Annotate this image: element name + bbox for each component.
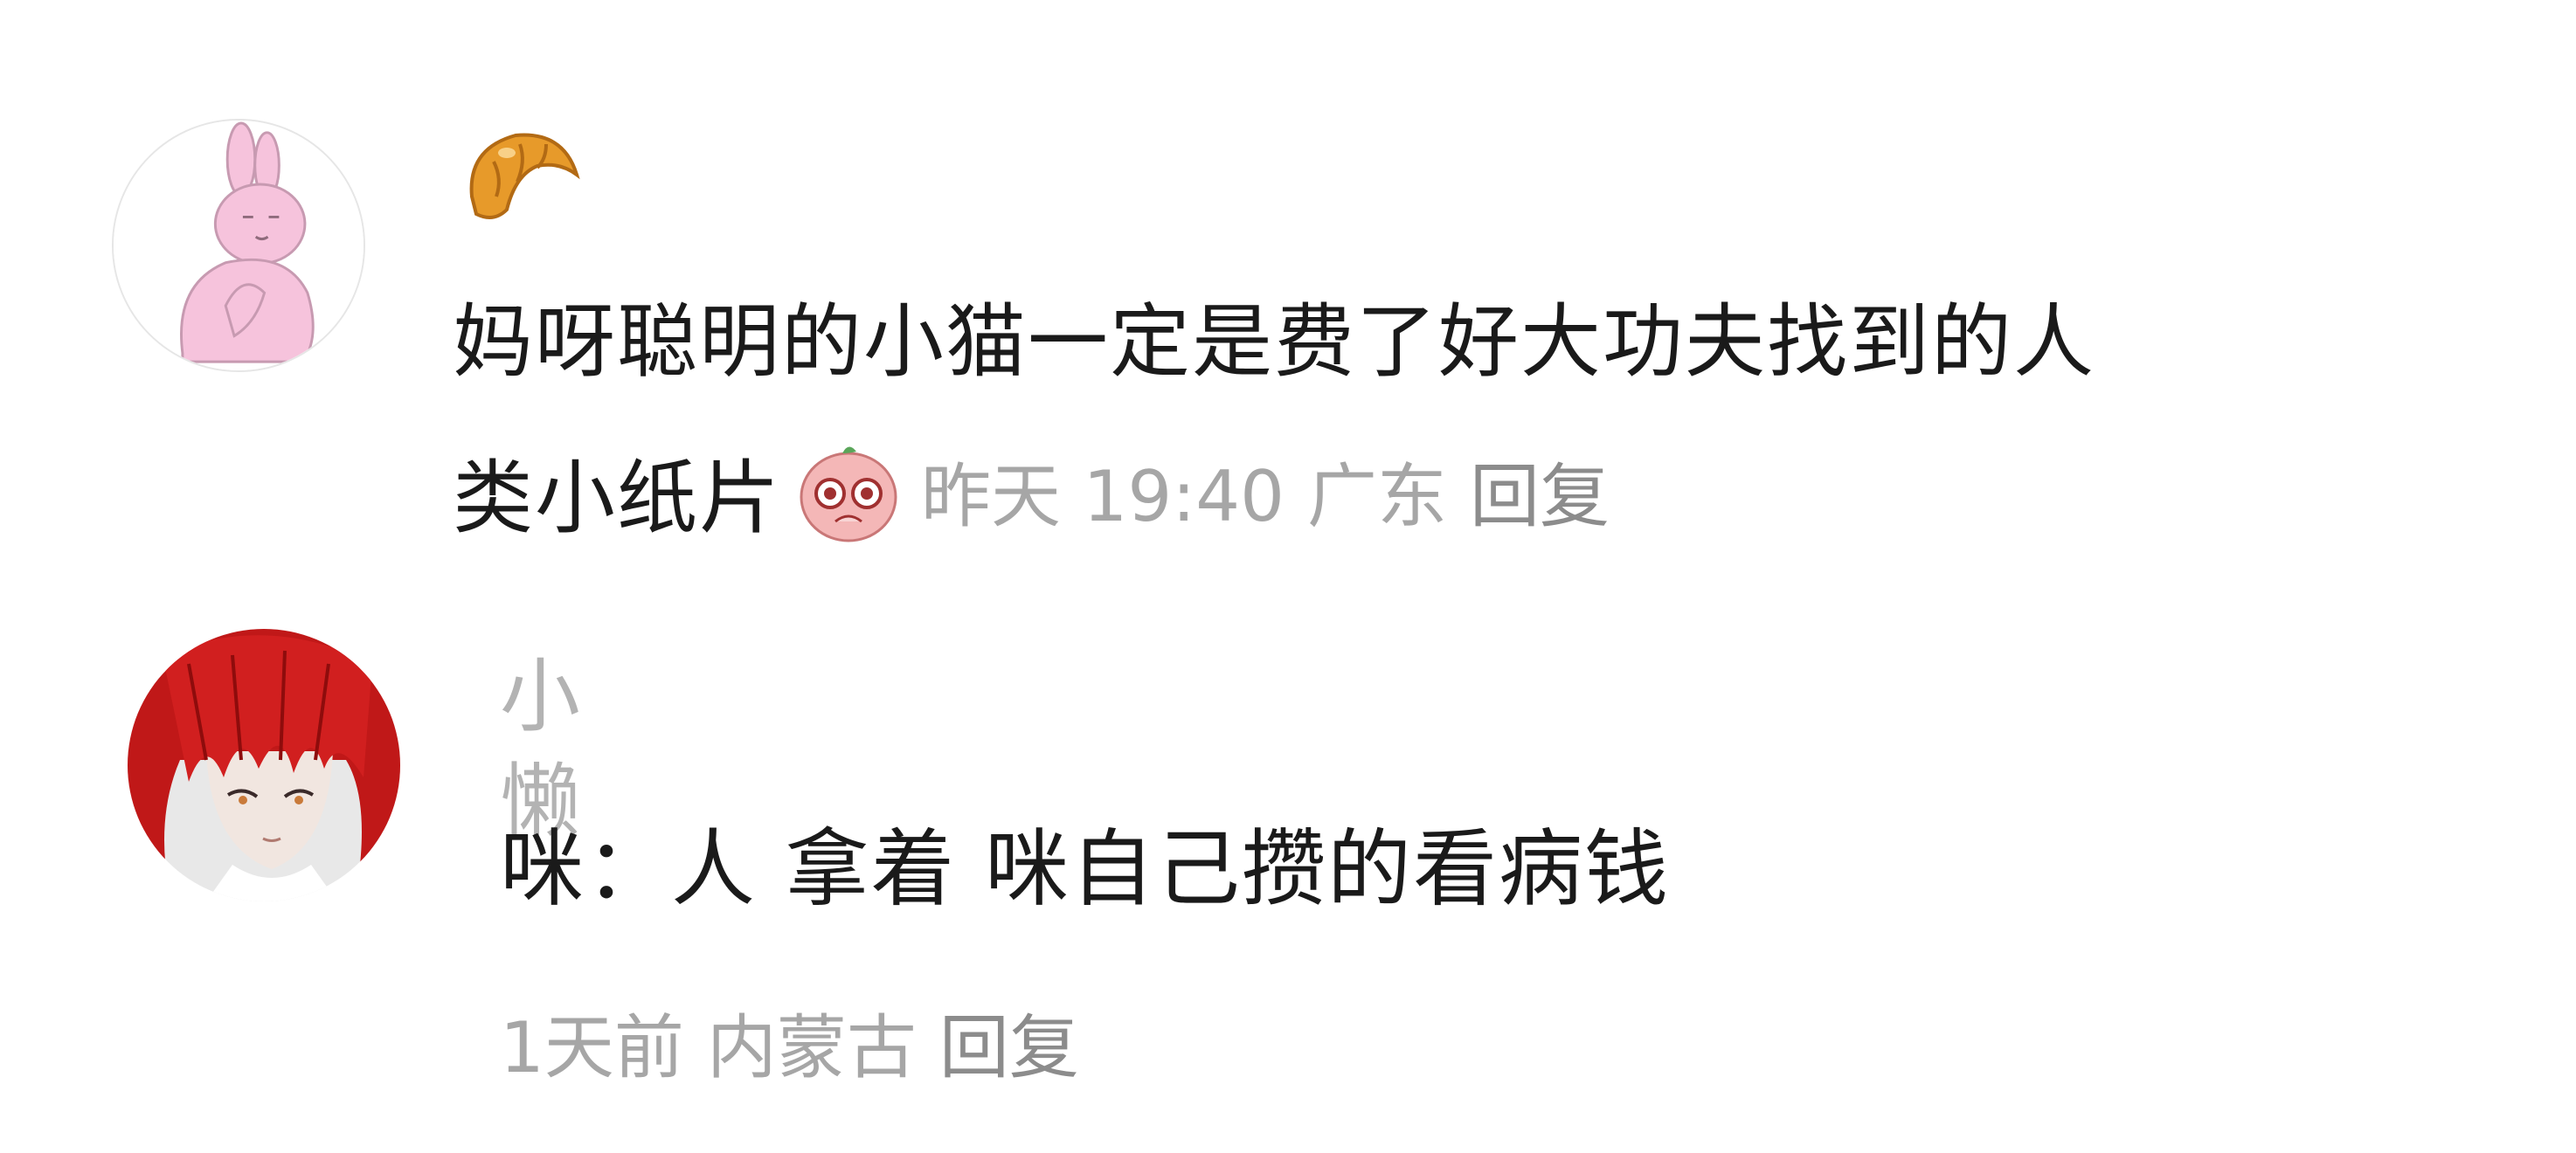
croissant-icon	[454, 114, 585, 245]
comment-2-text: 咪：人 拿着 咪自己攒的看病钱	[500, 820, 1671, 918]
comment-1-line2: 类小纸片 昨天 19:40 广东 回复	[453, 430, 1632, 552]
comment-2-reply-button[interactable]: 回复	[939, 1007, 1079, 1088]
pink-rabbit-avatar-icon[interactable]	[112, 119, 365, 372]
comment-1-meta: 昨天 19:40 广东 回复	[921, 440, 1632, 542]
comment-1-text-line2: 类小纸片	[453, 451, 782, 545]
comment-1-reply-button[interactable]: 回复	[1470, 456, 1610, 537]
comment-1-location: 广东	[1307, 456, 1447, 537]
comment-2-location: 内蒙古	[706, 1007, 917, 1088]
comment-1-time: 昨天 19:40	[921, 456, 1285, 537]
comment-2-time: 1天前	[500, 1007, 684, 1088]
comment-2-meta: 1天前 内蒙古 回复	[500, 996, 1102, 1101]
red-hair-avatar-icon[interactable]	[128, 629, 400, 901]
pleading-face-sticker-icon	[792, 434, 905, 548]
comment-1-text-line1: 妈呀聪明的小猫一定是费了好大功夫找到的人	[453, 295, 2096, 389]
